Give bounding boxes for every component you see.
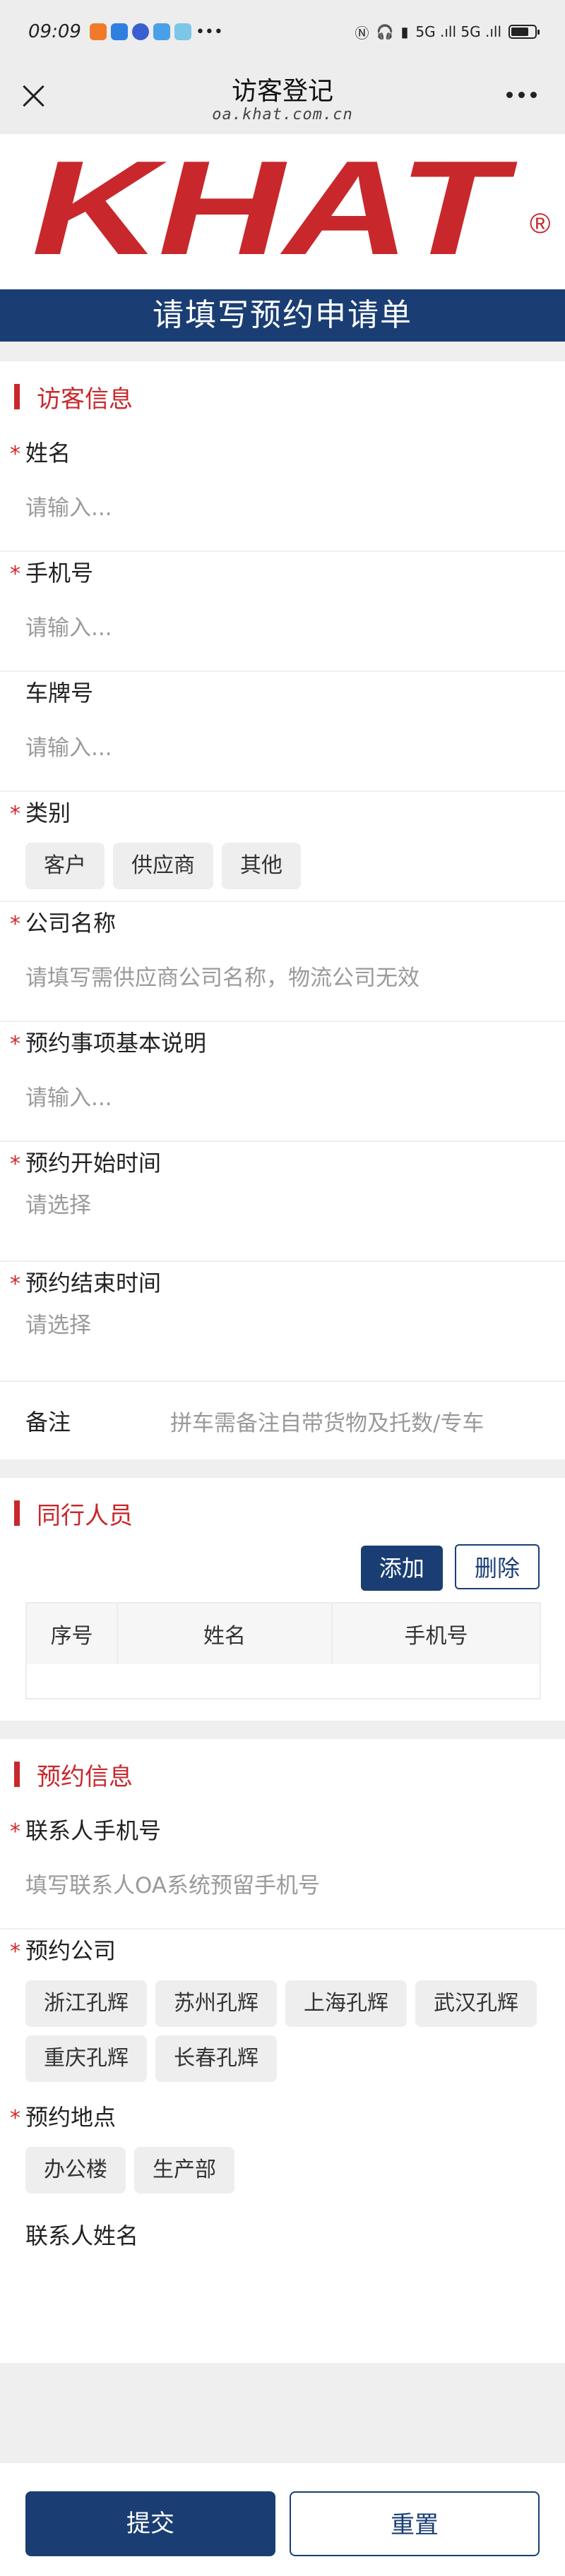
booking-section: 预约信息 联系人手机号 填写联系人OA系统预留手机号 预约公司 浙江孔辉 苏州孔… <box>0 1739 565 2363</box>
section-title: 同行人员 <box>37 1501 133 1530</box>
company-field: 公司名称 请填写需供应商公司名称，物流公司无效 <box>0 902 565 1022</box>
empty-table-row <box>26 1664 540 1699</box>
column-header-index: 序号 <box>26 1603 118 1664</box>
remark-label: 备注 <box>25 1409 71 1436</box>
more-notifications-icon: ••• <box>195 23 223 41</box>
column-header-name: 姓名 <box>117 1603 333 1664</box>
contact-phone-input[interactable]: 填写联系人OA系统预留手机号 <box>0 1852 565 1928</box>
purpose-field: 预约事项基本说明 请输入... <box>0 1022 565 1142</box>
status-bar: 09:09 ••• Ⓝ 🎧 ▮ 5G .ıll 5G .ıll <box>0 0 565 64</box>
app-notification-icon <box>153 23 170 40</box>
page-title: 访客登记 <box>231 77 333 106</box>
contact-phone-field: 联系人手机号 填写联系人OA系统预留手机号 <box>0 1810 565 1930</box>
purpose-label: 预约事项基本说明 <box>0 1022 565 1066</box>
company-option-changchun[interactable]: 长春孔辉 <box>155 2035 277 2082</box>
signal-icon: 5G .ıll 5G .ıll <box>415 23 501 40</box>
company-option-chongqing[interactable]: 重庆孔辉 <box>25 2035 147 2082</box>
company-option-shanghai[interactable]: 上海孔辉 <box>285 1980 407 2027</box>
more-icon[interactable] <box>506 92 537 98</box>
column-header-phone: 手机号 <box>332 1603 540 1664</box>
end-time-label: 预约结束时间 <box>0 1262 565 1306</box>
logo-area: KHAT ® <box>0 134 565 289</box>
type-label: 类别 <box>0 792 565 836</box>
contact-name-input[interactable] <box>0 2257 565 2321</box>
name-input[interactable]: 请输入... <box>0 474 565 550</box>
logo-registered: ® <box>530 208 550 239</box>
company-input[interactable]: 请填写需供应商公司名称，物流公司无效 <box>0 944 565 1021</box>
delete-companion-button[interactable]: 删除 <box>454 1544 540 1589</box>
phone-field: 手机号 请输入... <box>0 552 565 672</box>
start-time-label: 预约开始时间 <box>0 1142 565 1186</box>
section-title: 访客信息 <box>37 385 133 414</box>
plate-input[interactable]: 请输入... <box>0 714 565 790</box>
start-time-picker[interactable]: 请选择 <box>0 1184 565 1260</box>
name-field: 姓名 请输入... <box>0 432 565 552</box>
companions-table: 序号 姓名 手机号 <box>25 1602 541 1699</box>
end-time-picker[interactable]: 请选择 <box>0 1304 565 1380</box>
purpose-input[interactable]: 请输入... <box>0 1064 565 1140</box>
location-option-production[interactable]: 生产部 <box>134 2147 234 2193</box>
footer-bar: 提交 重置 <box>0 2463 565 2576</box>
name-label: 姓名 <box>0 432 565 476</box>
remark-input[interactable]: 拼车需备注自带货物及托数/专车 <box>170 1405 495 1437</box>
status-time: 09:09 <box>28 21 81 42</box>
section-title: 预约信息 <box>37 1762 133 1791</box>
submit-button[interactable]: 提交 <box>25 2491 275 2556</box>
company-option-suzhou[interactable]: 苏州孔辉 <box>155 1980 277 2027</box>
section-marker <box>14 1762 20 1787</box>
booking-company-label: 预约公司 <box>0 1930 565 1973</box>
logo-text: KHAT <box>21 148 527 275</box>
company-option-wuhan[interactable]: 武汉孔辉 <box>415 1980 537 2027</box>
phone-input[interactable]: 请输入... <box>0 594 565 670</box>
booking-company-field: 预约公司 浙江孔辉 苏州孔辉 上海孔辉 武汉孔辉 重庆孔辉 长春孔辉 <box>0 1930 565 2096</box>
contact-phone-label: 联系人手机号 <box>0 1810 565 1853</box>
remark-field: 备注 拼车需备注自带货物及托数/专车 <box>0 1382 565 1459</box>
type-option-customer[interactable]: 客户 <box>25 843 105 889</box>
app-notification-icon <box>89 23 107 40</box>
page-url: oa.khat.com.cn <box>212 106 353 124</box>
contact-name-field: 联系人姓名 <box>0 2215 565 2321</box>
app-notification-icon <box>110 23 128 40</box>
app-notification-icon <box>131 23 149 40</box>
headphone-icon: 🎧 <box>376 23 394 40</box>
nav-bar: 访客登记 oa.khat.com.cn <box>0 64 565 134</box>
visitor-section: 访客信息 姓名 请输入... 手机号 请输入... 车牌号 请输入... 类别 … <box>0 361 565 1459</box>
contact-name-label: 联系人姓名 <box>25 2222 139 2249</box>
section-marker <box>14 384 20 409</box>
company-option-zhejiang[interactable]: 浙江孔辉 <box>25 1980 147 2027</box>
companions-section: 同行人员 添加 删除 序号 姓名 手机号 <box>0 1478 565 1721</box>
end-time-field: 预约结束时间 请选择 <box>0 1262 565 1382</box>
reset-button[interactable]: 重置 <box>290 2491 540 2556</box>
plate-field: 车牌号 请输入... <box>0 672 565 792</box>
start-time-field: 预约开始时间 请选择 <box>0 1142 565 1262</box>
phone-label: 手机号 <box>0 552 565 596</box>
type-field: 类别 客户 供应商 其他 <box>0 792 565 902</box>
add-companion-button[interactable]: 添加 <box>360 1546 443 1591</box>
form-banner: 请填写预约申请单 <box>0 289 565 342</box>
app-notification-icon <box>174 23 191 40</box>
vibrate-icon: ▮ <box>400 23 409 40</box>
company-label: 公司名称 <box>0 902 565 946</box>
nfc-icon: Ⓝ <box>355 24 369 42</box>
khat-logo: KHAT ® <box>21 148 550 275</box>
type-option-other[interactable]: 其他 <box>222 843 301 889</box>
location-field: 预约地点 办公楼 生产部 <box>0 2096 565 2208</box>
location-label: 预约地点 <box>0 2096 565 2140</box>
notification-icons: ••• <box>89 23 223 41</box>
section-marker <box>14 1500 20 1526</box>
location-option-office[interactable]: 办公楼 <box>25 2147 126 2193</box>
battery-icon <box>509 25 540 39</box>
plate-label: 车牌号 <box>25 680 94 706</box>
type-option-supplier[interactable]: 供应商 <box>113 843 213 889</box>
